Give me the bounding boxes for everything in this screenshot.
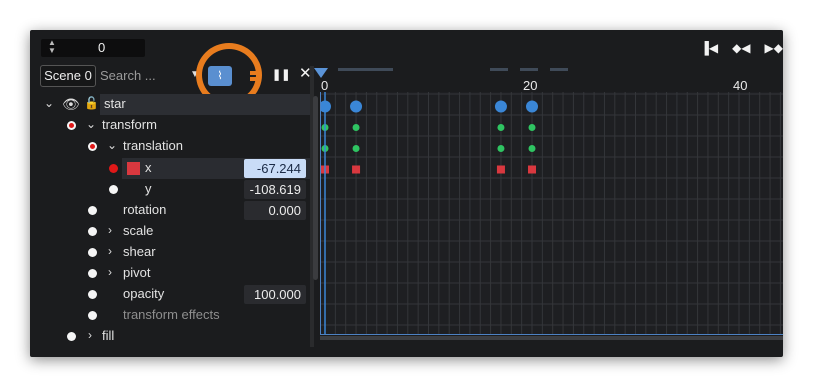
range-band <box>520 68 538 71</box>
keyframe-transform[interactable] <box>352 145 360 152</box>
tree-item-label: transform <box>102 117 157 132</box>
tree-row-translation[interactable]: ⌄ translation <box>38 136 310 157</box>
tree-item-label: transform effects <box>123 307 220 322</box>
frame-value[interactable]: 0 <box>98 40 105 55</box>
y-value-field[interactable]: -108.619 <box>244 180 306 199</box>
tree-item-label: pivot <box>123 265 151 280</box>
keyframe-transform[interactable] <box>528 145 536 152</box>
keyframe-x[interactable] <box>528 165 536 174</box>
tree-item-label: shear <box>123 244 156 259</box>
tree-row-rotation[interactable]: rotation 0.000 <box>38 200 310 221</box>
opacity-value-field[interactable]: 100.000 <box>244 285 306 304</box>
timeline-scrollbar[interactable] <box>320 336 783 340</box>
next-keyframe-icon[interactable]: ▶◆ <box>765 41 783 55</box>
keyframe-toggle[interactable] <box>109 185 118 194</box>
tree-item-label: opacity <box>123 286 165 301</box>
keyframe-x[interactable] <box>352 165 361 174</box>
tree-item-label: x <box>145 160 152 175</box>
lock-icon[interactable]: 🔓 <box>84 96 99 110</box>
prev-keyframe-icon[interactable]: ◆◀ <box>732 41 750 55</box>
keyframe-toggle[interactable] <box>88 269 97 278</box>
range-band <box>490 68 508 71</box>
pause-icon[interactable]: ❚❚ <box>272 68 290 82</box>
scene-selector[interactable]: Scene 0 <box>40 65 96 87</box>
timeline-grid[interactable] <box>320 92 783 335</box>
chevron-right-icon[interactable]: › <box>108 265 112 279</box>
playhead[interactable] <box>314 68 328 78</box>
tree-item-label: rotation <box>123 202 167 217</box>
keyframe-toggle[interactable] <box>88 290 97 299</box>
tree-row-fill[interactable]: › fill <box>38 326 310 347</box>
keyframe-transform[interactable] <box>352 124 360 131</box>
keyframe-toggle[interactable] <box>88 206 97 215</box>
tree-row-x[interactable]: x -67.244 <box>38 158 312 179</box>
keyframe-toggle[interactable] <box>88 142 97 151</box>
range-band <box>338 68 393 71</box>
chevron-down-icon[interactable]: ⌄ <box>44 96 54 110</box>
ruler-label: 0 <box>321 78 329 93</box>
transport-controls: ▐◀ ◆◀ ▶◆ <box>700 40 783 56</box>
keyframe-transform[interactable] <box>497 124 505 131</box>
keyframe-star[interactable] <box>526 100 538 113</box>
ruler-range-band <box>320 68 783 71</box>
tree-item-label: scale <box>123 223 154 238</box>
keyframe-x[interactable] <box>496 165 505 174</box>
tree-item-label: star <box>104 96 126 111</box>
row-selection <box>100 94 310 115</box>
x-value-field[interactable]: -67.244 <box>244 159 306 178</box>
keyframe-grid[interactable] <box>321 92 783 334</box>
skip-to-start-icon[interactable]: ▐◀ <box>700 41 718 55</box>
chevron-right-icon[interactable]: › <box>108 244 112 258</box>
tree-row-y[interactable]: y -108.619 <box>38 179 310 200</box>
keyframe-transform[interactable] <box>497 145 505 152</box>
tree-row-transform-effects[interactable]: transform effects <box>38 305 310 326</box>
chevron-right-icon[interactable]: › <box>88 328 92 342</box>
tree-item-label: y <box>145 181 152 196</box>
eye-icon[interactable]: 👁 <box>62 96 80 113</box>
animation-panel: ▲ ▼ 0 ▐◀ ◆◀ ▶◆ Scene 0 Search ... ▼ ⌇ ❚❚ … <box>30 30 783 357</box>
chevron-down-icon[interactable]: ⌄ <box>86 117 96 131</box>
tree-item-label: translation <box>123 138 183 153</box>
tree-row-shear[interactable]: › shear <box>38 242 310 263</box>
keyframe-toggle[interactable] <box>88 248 97 257</box>
tree-row-pivot[interactable]: › pivot <box>38 263 310 284</box>
keyframe-toggle[interactable] <box>109 164 118 173</box>
chevron-right-icon[interactable]: › <box>108 223 112 237</box>
tree-row-star[interactable]: ⌄ 👁 🔓 star <box>38 94 310 115</box>
tree-row-opacity[interactable]: opacity 100.000 <box>38 284 310 305</box>
rotation-value-field[interactable]: 0.000 <box>244 201 306 220</box>
keyframe-toggle[interactable] <box>67 121 76 130</box>
chevron-down-icon[interactable]: ⌄ <box>107 138 117 152</box>
tree-row-transform[interactable]: ⌄ transform <box>38 115 310 136</box>
keyframe-toggle[interactable] <box>88 227 97 236</box>
frame-stepper-icon[interactable]: ▲ ▼ <box>47 39 57 57</box>
keyframe-toggle[interactable] <box>88 311 97 320</box>
ruler-label: 20 <box>523 78 538 93</box>
keyframe-transform[interactable] <box>528 124 536 131</box>
keyframe-star[interactable] <box>321 100 331 113</box>
keyframe-toggle[interactable] <box>67 332 76 341</box>
keyframe-star[interactable] <box>494 100 507 113</box>
highlight-mark <box>250 77 257 81</box>
tree-row-scale[interactable]: › scale <box>38 221 310 242</box>
range-band <box>550 68 568 71</box>
tree-scrollbar[interactable] <box>313 96 318 280</box>
tree-item-label: fill <box>102 328 115 343</box>
search-input[interactable]: Search ... <box>100 67 186 85</box>
ruler-label: 40 <box>733 78 748 93</box>
property-color-swatch <box>127 162 140 175</box>
keyframe-star[interactable] <box>350 100 363 113</box>
highlight-mark <box>250 71 257 75</box>
timeline-ruler[interactable]: 0 20 40 <box>314 68 783 93</box>
